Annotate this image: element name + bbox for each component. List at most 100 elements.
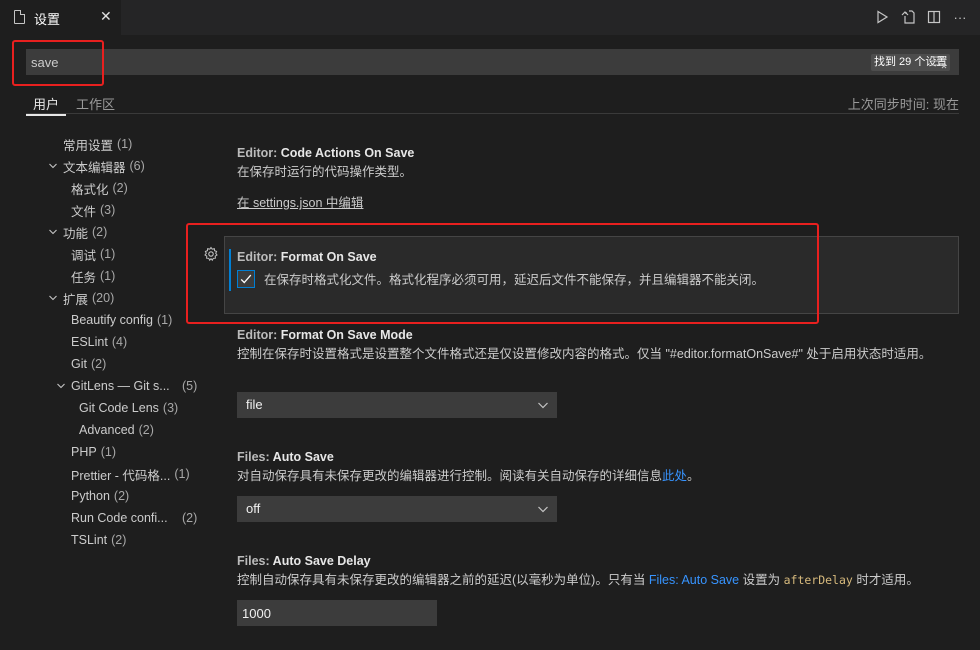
toc-item-label: 常用设置: [63, 138, 114, 153]
toc-item-label: Prettier - 代码格...: [71, 468, 171, 483]
toc-item-count: (2): [90, 357, 107, 371]
more-actions-icon[interactable]: ···: [952, 8, 968, 26]
toc-item-label: 调试: [71, 248, 97, 263]
setting-title: Editor: Code Actions On Save: [237, 146, 415, 160]
chevron-down-icon[interactable]: [48, 227, 58, 237]
toc-item-count: (6): [129, 159, 145, 173]
editor-actions: ···: [874, 8, 968, 26]
toc-item-label: 功能: [63, 226, 89, 241]
toc-item[interactable]: 调试 (1): [71, 244, 115, 264]
setting-description: 控制自动保存具有未保存更改的编辑器之前的延迟(以毫秒为单位)。只有当 Files…: [237, 573, 919, 587]
setting-description: 在保存时格式化文件。格式化程序必须可用，延迟后文件不能保存，并且编辑器不能关闭。: [264, 273, 765, 287]
auto-save-docs-link[interactable]: 此处: [662, 469, 687, 483]
toc-item-count: (2): [112, 181, 128, 195]
chevron-down-icon[interactable]: [48, 161, 58, 171]
setting-format-on-save: Editor: Format On Save: [237, 250, 377, 264]
setting-code-actions-on-save: Editor: Code Actions On Save 在保存时运行的代码操作…: [237, 146, 957, 211]
toc-item-label: Git Code Lens: [79, 401, 159, 415]
check-icon: [240, 274, 252, 284]
editor-tab-bar: 设置 ✕ ···: [0, 0, 980, 35]
toc-item[interactable]: Python (2): [71, 486, 129, 506]
toc-item-count: (2): [182, 511, 198, 525]
search-box: 找到 29 个设置: [26, 49, 959, 75]
toc-item-label: 扩展: [63, 292, 89, 307]
toc-item[interactable]: Git Code Lens (3): [79, 398, 178, 418]
chevron-down-icon: [538, 506, 548, 513]
toc-item[interactable]: TSLint (2): [71, 530, 126, 550]
setting-title: Editor: Format On Save Mode: [237, 328, 413, 342]
toc-item[interactable]: Beautify config (1): [71, 310, 172, 330]
toc-item[interactable]: 文件 (3): [71, 200, 115, 220]
tab-user[interactable]: 用户: [25, 94, 67, 116]
toc-item[interactable]: Run Code confi... (2): [71, 508, 197, 528]
run-icon[interactable]: [874, 8, 890, 26]
toc-item-count: (3): [162, 401, 179, 415]
toc-item-count: (20): [92, 291, 115, 305]
select-value: off: [246, 501, 261, 516]
tab-settings[interactable]: 设置 ✕: [0, 0, 121, 35]
toc-item-count: (2): [113, 489, 130, 503]
toc-item[interactable]: ESLint (4): [71, 332, 127, 352]
setting-title: Editor: Format On Save: [237, 250, 377, 264]
gear-icon[interactable]: [203, 246, 219, 262]
toc-item[interactable]: 常用设置 (1): [63, 134, 132, 154]
toc-item[interactable]: 格式化 (2): [71, 178, 128, 198]
toc-item-label: Git: [71, 357, 87, 371]
auto-save-setting-link[interactable]: Files: Auto Save: [649, 573, 739, 587]
file-icon: [14, 10, 25, 24]
toc-item-count: (3): [100, 203, 116, 217]
select-value: file: [246, 397, 263, 412]
toc-item[interactable]: 扩展 (20): [63, 288, 114, 308]
toc-item-label: 任务: [71, 270, 97, 285]
toc-item[interactable]: 功能 (2): [63, 222, 107, 242]
setting-auto-save-delay: Files: Auto Save Delay 控制自动保存具有未保存更改的编辑器…: [237, 554, 957, 590]
chevron-down-icon[interactable]: [48, 293, 58, 303]
format-on-save-mode-select[interactable]: file: [237, 392, 557, 418]
sync-status: 上次同步时间: 现在: [847, 97, 959, 112]
settings-search-input[interactable]: [31, 49, 831, 75]
chevron-down-icon: [538, 402, 548, 409]
toc-item-label: Beautify config: [71, 313, 153, 327]
auto-save-select[interactable]: off: [237, 496, 557, 522]
toc-item-count: (1): [117, 137, 133, 151]
toc-item-label: 文件: [71, 204, 97, 219]
edit-in-settings-json-link[interactable]: 在 settings.json 中编辑: [237, 196, 363, 210]
toc-item[interactable]: 任务 (1): [71, 266, 115, 286]
toc-item[interactable]: Advanced (2): [79, 420, 154, 440]
toc-item[interactable]: PHP (1): [71, 442, 116, 462]
setting-format-on-save-mode: Editor: Format On Save Mode 控制在保存时设置格式是设…: [237, 328, 957, 364]
tab-workspace[interactable]: 工作区: [76, 94, 115, 113]
setting-description: 对自动保存具有未保存更改的编辑器进行控制。阅读有关自动保存的详细信息此处。: [237, 469, 700, 483]
toc-item[interactable]: Prettier - 代码格... (1): [71, 464, 190, 484]
close-icon[interactable]: ✕: [100, 8, 112, 25]
toc-item-label: PHP: [71, 445, 97, 459]
format-on-save-checkbox[interactable]: [237, 270, 255, 288]
tab-label: 设置: [34, 12, 61, 27]
toc-item-count: (5): [182, 379, 198, 393]
setting-auto-save: Files: Auto Save 对自动保存具有未保存更改的编辑器进行控制。阅读…: [237, 450, 957, 486]
toc-item-count: (2): [111, 533, 127, 547]
toc-item-count: (2): [138, 423, 154, 437]
toc-item-count: (1): [100, 247, 116, 261]
setting-title: Files: Auto Save Delay: [237, 554, 371, 568]
toc-item-count: (1): [100, 269, 116, 283]
setting-title: Files: Auto Save: [237, 450, 334, 464]
auto-save-delay-input[interactable]: [237, 600, 437, 626]
setting-description: 在保存时运行的代码操作类型。: [237, 165, 413, 179]
toc-item-count: (4): [111, 335, 128, 349]
setting-description: 控制在保存时设置格式是设置整个文件格式还是仅设置修改内容的格式。仅当 "#edi…: [237, 347, 932, 361]
toc-item-label: Advanced: [79, 423, 135, 437]
toc-item[interactable]: 文本编辑器 (6): [63, 156, 145, 176]
toc-item-label: Run Code confi...: [71, 511, 168, 525]
open-settings-json-icon[interactable]: [900, 8, 916, 26]
toc-item-label: 格式化: [71, 182, 109, 197]
toc-item-label: 文本编辑器: [63, 160, 126, 175]
toc-item[interactable]: Git (2): [71, 354, 106, 374]
toc-item-count: (1): [100, 445, 116, 459]
toc-item[interactable]: GitLens — Git s... (5): [71, 376, 197, 396]
clear-filter-icon[interactable]: [931, 55, 947, 69]
toc-item-label: GitLens — Git s...: [71, 379, 170, 393]
focus-indicator: [229, 249, 231, 291]
split-editor-icon[interactable]: [926, 8, 942, 26]
chevron-down-icon[interactable]: [56, 381, 66, 391]
